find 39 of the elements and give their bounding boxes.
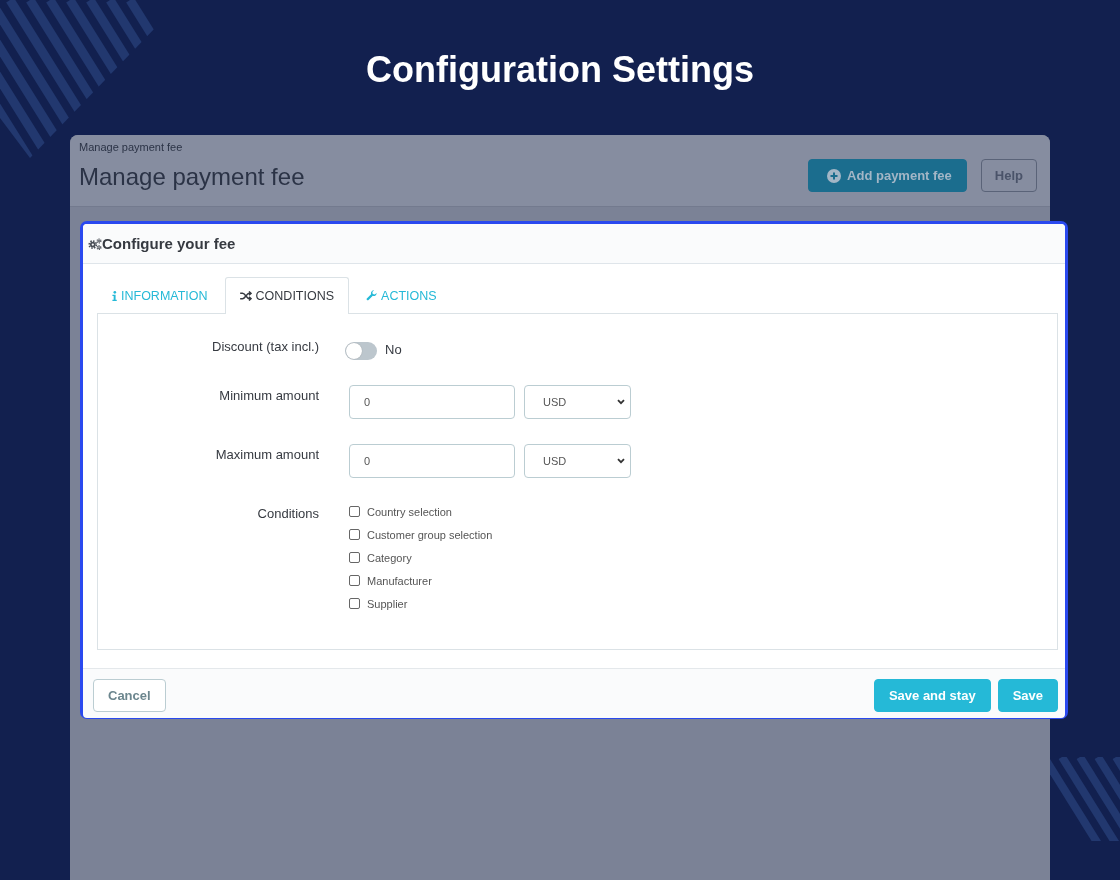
toggle-switch[interactable] <box>345 342 377 360</box>
field-label: Discount (tax incl.) <box>212 338 319 355</box>
checkbox-label: Manufacturer <box>367 574 432 587</box>
checkbox-label: Supplier <box>367 597 408 610</box>
cancel-button[interactable]: Cancel <box>93 679 166 712</box>
checkbox[interactable] <box>349 598 360 609</box>
checkbox-label: Country selection <box>367 505 452 518</box>
checkbox[interactable] <box>349 529 360 540</box>
amount-input[interactable]: 0 <box>349 385 515 419</box>
save-button[interactable]: Save and stay <box>873 679 991 712</box>
amount-input[interactable]: 0 <box>349 444 515 478</box>
checkbox[interactable] <box>349 552 360 563</box>
plus-circle-icon <box>827 168 842 183</box>
breadcrumb[interactable]: Manage payment fee <box>79 140 183 154</box>
field-label: Conditions <box>257 505 319 522</box>
help-button[interactable]: Help <box>980 159 1037 192</box>
field-label: Minimum amount <box>219 387 319 404</box>
save-button[interactable]: Save <box>997 679 1058 712</box>
add-button[interactable]: Add payment fee <box>808 159 967 192</box>
shuffle-icon <box>239 291 252 301</box>
gears-icon <box>88 237 102 250</box>
info-icon <box>112 290 117 301</box>
chevron-down-icon <box>617 458 625 464</box>
dialog-title: Configure your fee <box>102 235 236 252</box>
checkbox[interactable] <box>349 575 360 586</box>
currency-select[interactable]: USD <box>524 385 631 419</box>
checkbox-label: Category <box>367 551 412 564</box>
checkbox[interactable] <box>349 506 360 517</box>
field-label: Maximum amount <box>215 446 319 463</box>
tab[interactable]: INFORMATION <box>97 277 223 313</box>
chevron-down-icon <box>617 399 625 405</box>
wrench-icon <box>366 290 378 301</box>
checkbox-label: Customer group selection <box>367 528 493 541</box>
page-heading: Manage payment fee <box>79 162 305 192</box>
toggle-state-label: No <box>385 342 402 357</box>
page-title: Configuration Settings <box>366 48 754 92</box>
tab[interactable]: ACTIONS <box>351 277 452 313</box>
tab[interactable]: CONDITIONS <box>224 277 350 314</box>
currency-select[interactable]: USD <box>524 444 631 478</box>
